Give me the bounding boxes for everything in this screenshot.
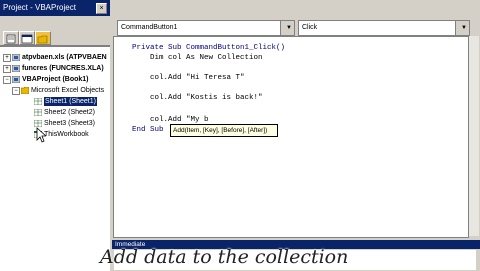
caption-overlay: Add data to the collection <box>100 246 349 268</box>
procedure-combo[interactable]: Click ▼ <box>298 20 470 36</box>
worksheet-icon <box>34 98 42 105</box>
code-line[interactable]: col.Add "My b <box>132 116 209 124</box>
code-editor[interactable]: Private Sub CommandButton1_Click() Dim c… <box>113 36 469 238</box>
tree-node-excel-objects[interactable]: Microsoft Excel Objects <box>31 86 104 95</box>
project-pane-title-bar: Project - VBAProject × <box>0 0 110 16</box>
vertical-scrollbar[interactable] <box>468 36 479 236</box>
toggle-folders-button[interactable] <box>35 31 51 45</box>
view-object-icon <box>21 34 33 44</box>
tree-node-sheet1[interactable]: Sheet1 (Sheet1) <box>44 97 97 106</box>
code-line[interactable]: col.Add "Kostis is back!" <box>132 94 263 102</box>
expand-icon[interactable]: + <box>3 54 11 62</box>
view-object-button[interactable] <box>19 31 35 45</box>
tree-node-thisworkbook[interactable]: ThisWorkbook <box>44 130 89 139</box>
code-line[interactable]: col.Add "Hi Teresa T" <box>132 74 245 82</box>
vba-project-icon <box>12 65 20 72</box>
code-line[interactable]: End Sub <box>132 126 164 134</box>
project-pane-toolbar <box>0 17 110 46</box>
tree-node-vbaproject[interactable]: VBAProject (Book1) <box>22 75 89 84</box>
cursor-icon <box>36 127 46 143</box>
intellisense-tooltip: Add(Item, [Key], [Before], [After]) <box>170 124 278 137</box>
folder-icon <box>21 87 29 94</box>
object-combo-value: CommandButton1 <box>121 24 178 31</box>
tree-node-sheet3[interactable]: Sheet3 (Sheet3) <box>44 119 95 128</box>
worksheet-icon <box>34 109 42 116</box>
vba-project-icon <box>12 76 20 83</box>
tree-node-sheet2[interactable]: Sheet2 (Sheet2) <box>44 108 95 117</box>
collapse-icon[interactable]: − <box>3 76 11 84</box>
project-pane-title: Project - VBAProject <box>3 3 76 12</box>
project-tree: + atpvbaen.xls (ATPVBAEN + funcres (FUNC… <box>0 46 110 271</box>
folder-icon <box>37 35 48 44</box>
code-line[interactable]: Dim col As New Collection <box>132 54 263 62</box>
procedure-combo-value: Click <box>302 24 318 31</box>
vba-project-icon <box>12 54 20 61</box>
object-combo[interactable]: CommandButton1 ▼ <box>117 20 295 36</box>
collapse-icon[interactable]: − <box>12 87 20 95</box>
code-line[interactable]: Private Sub CommandButton1_Click() <box>132 44 285 52</box>
chevron-down-icon[interactable]: ▼ <box>280 21 294 35</box>
tooltip-text: Add(Item, [Key], [Before], [After]) <box>173 127 268 134</box>
tree-node-atpvbaen[interactable]: atpvbaen.xls (ATPVBAEN <box>22 53 107 62</box>
worksheet-icon <box>34 120 42 127</box>
view-code-icon <box>6 34 16 44</box>
view-code-button[interactable] <box>3 31 19 45</box>
close-icon[interactable]: × <box>96 3 107 14</box>
chevron-down-icon[interactable]: ▼ <box>455 21 469 35</box>
tree-node-funcres[interactable]: funcres (FUNCRES.XLA) <box>22 64 104 73</box>
expand-icon[interactable]: + <box>3 65 11 73</box>
